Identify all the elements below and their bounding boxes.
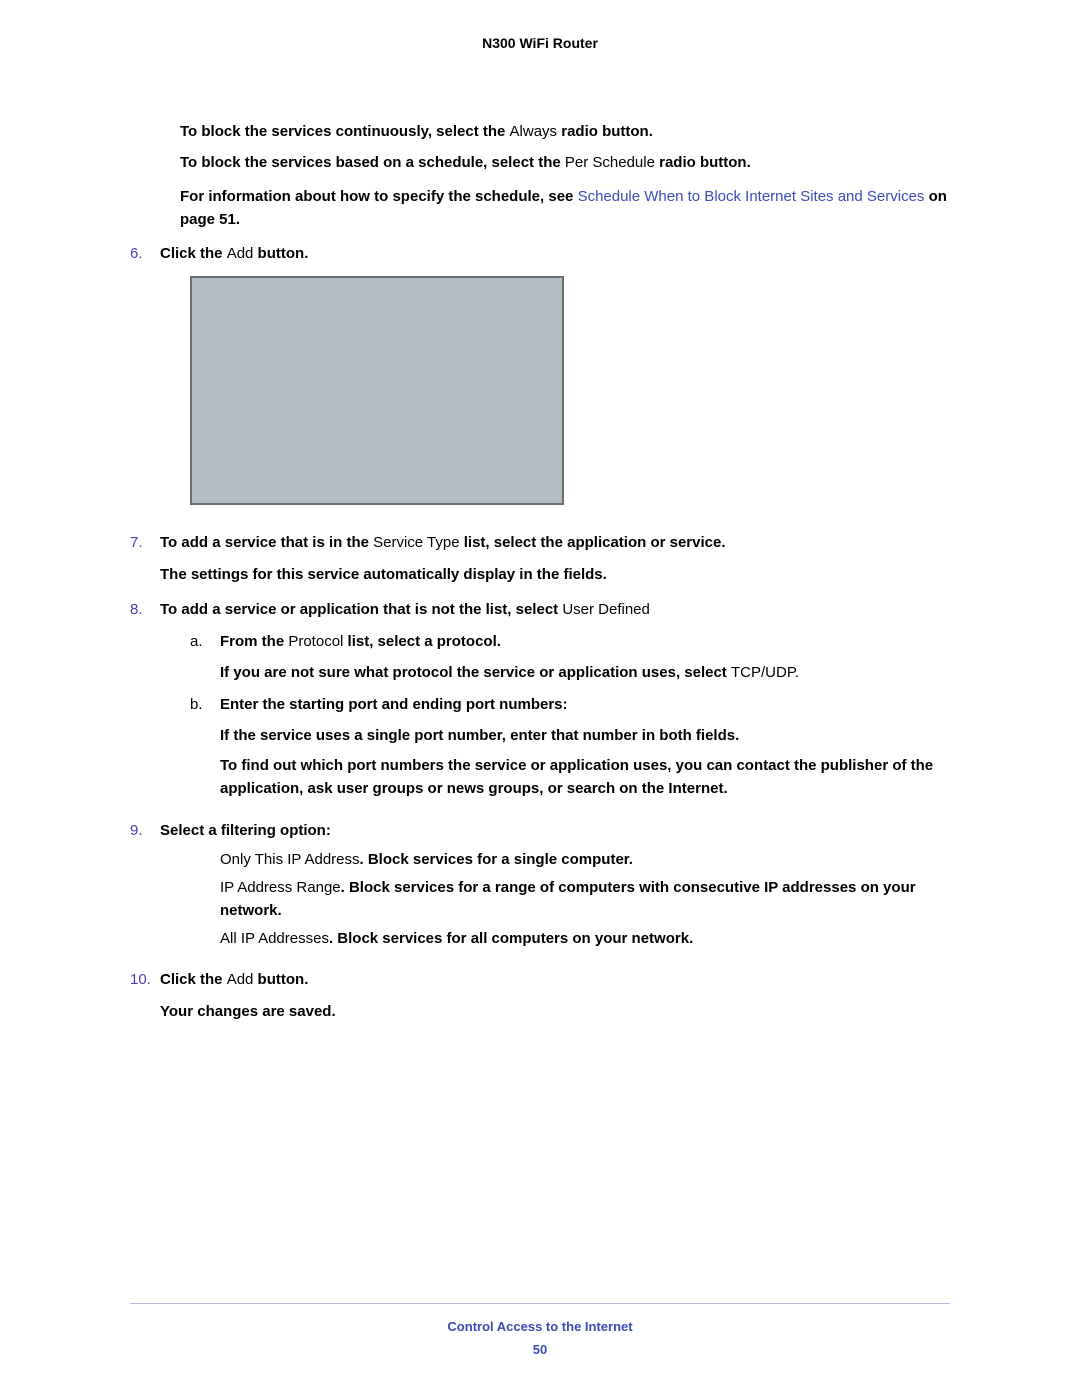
step-number: 8. (130, 599, 160, 809)
step-body: Click the Add button. (160, 243, 950, 520)
page-footer: Control Access to the Internet 50 (130, 1303, 950, 1357)
text-bold: To block the services based on a schedul… (180, 154, 565, 171)
substep-letter: a. (190, 631, 220, 654)
step-8: 8. To add a service or application that … (130, 599, 950, 809)
text-plain: User Defined (562, 601, 650, 618)
text-bold: For information about how to specify the… (180, 188, 578, 205)
text-bold: To find out which port numbers the servi… (220, 757, 933, 797)
intro-line-1: To block the services continuously, sele… (180, 121, 950, 144)
step-6: 6. Click the Add button. (130, 243, 950, 520)
text-bold: list, select a protocol. (343, 633, 501, 650)
text-bold: Click the (160, 971, 227, 988)
option-3: All IP Addresses. Block services for all… (220, 928, 950, 951)
document-page: N300 WiFi Router To block the services c… (0, 0, 1080, 1397)
text-bold: radio button. (557, 123, 653, 140)
text-bold: . Block services for a single computer. (360, 851, 633, 868)
text-bold: button. (253, 971, 308, 988)
page-header-title: N300 WiFi Router (130, 35, 950, 51)
substep-b-para1: If the service uses a single port number… (220, 725, 950, 748)
step-body: To add a service that is in the Service … (160, 532, 950, 587)
text-bold: button. (253, 245, 308, 262)
step-7: 7. To add a service that is in the Servi… (130, 532, 950, 587)
substep-b: b. Enter the starting port and ending po… (190, 694, 950, 717)
cross-reference-link[interactable]: Schedule When to Block Internet Sites an… (578, 188, 925, 205)
footer-divider (130, 1303, 950, 1304)
screenshot-image-placeholder (190, 276, 564, 505)
step-number: 6. (130, 243, 160, 520)
step-9: 9. Select a filtering option: Only This … (130, 820, 950, 957)
step-body: To add a service or application that is … (160, 599, 950, 809)
text-bold: Select a filtering option: (160, 822, 331, 839)
substep-a: a. From the Protocol list, select a prot… (190, 631, 950, 654)
step-number: 10. (130, 969, 160, 1024)
substep-letter: b. (190, 694, 220, 717)
step-number: 9. (130, 820, 160, 957)
step-body: Click the Add button. Your changes are s… (160, 969, 950, 1024)
text-plain: IP Address Range (220, 879, 341, 896)
substep-b-para2: To find out which port numbers the servi… (220, 755, 950, 800)
option-2: IP Address Range. Block services for a r… (220, 877, 950, 922)
text-bold: To block the services continuously, sele… (180, 123, 510, 140)
text-plain: Only This IP Address (220, 851, 360, 868)
text-bold: To add a service that is in the (160, 534, 373, 551)
text-bold: Your changes are saved. (160, 1003, 336, 1020)
text-bold: If you are not sure what protocol the se… (220, 664, 731, 681)
page-content: To block the services continuously, sele… (130, 121, 950, 1024)
substep-body: From the Protocol list, select a protoco… (220, 631, 950, 654)
text-plain: TCP/UDP. (731, 664, 799, 681)
text-plain: Service Type (373, 534, 459, 551)
text-plain: All IP Addresses (220, 930, 329, 947)
intro-line-2: To block the services based on a schedul… (180, 152, 950, 175)
text-plain: Protocol (288, 633, 343, 650)
intro-line-3: For information about how to specify the… (180, 186, 950, 231)
footer-section-title: Control Access to the Internet (130, 1319, 950, 1334)
text-bold: Click the (160, 245, 227, 262)
step-body: Select a filtering option: Only This IP … (160, 820, 950, 957)
text-bold: radio button. (655, 154, 751, 171)
text-plain: Per Schedule (565, 154, 655, 171)
text-plain: Add (227, 245, 254, 262)
text-bold: The settings for this service automatica… (160, 566, 607, 583)
option-1: Only This IP Address. Block services for… (220, 849, 950, 872)
text-plain: Always (510, 123, 558, 140)
text-bold: If the service uses a single port number… (220, 727, 739, 744)
step-10: 10. Click the Add button. Your changes a… (130, 969, 950, 1024)
text-bold: list, select the application or service. (460, 534, 726, 551)
text-bold: To add a service or application that is … (160, 601, 562, 618)
text-bold: Enter the starting port and ending port … (220, 696, 568, 713)
footer-page-number: 50 (130, 1342, 950, 1357)
text-bold: . Block services for all computers on yo… (329, 930, 693, 947)
substep-a-para: If you are not sure what protocol the se… (220, 662, 950, 685)
step-number: 7. (130, 532, 160, 587)
substep-body: Enter the starting port and ending port … (220, 694, 950, 717)
text-bold: From the (220, 633, 288, 650)
text-plain: Add (227, 971, 254, 988)
